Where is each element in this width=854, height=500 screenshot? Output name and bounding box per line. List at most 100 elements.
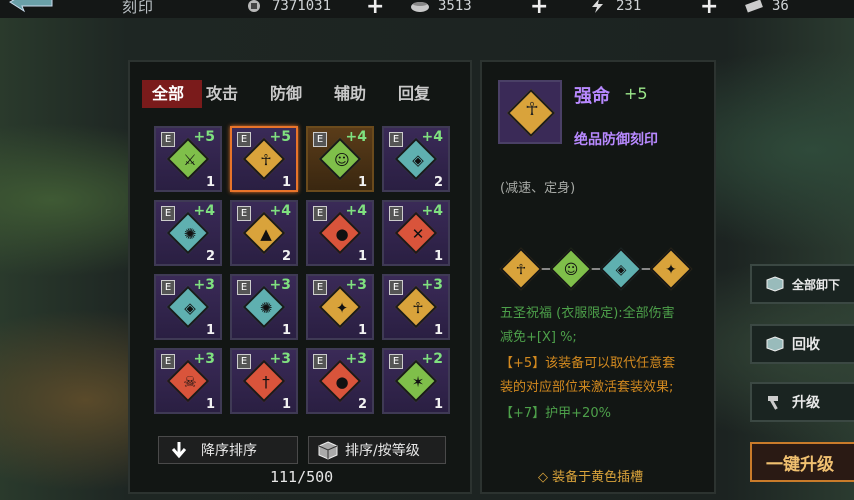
leap-icon: ✶ [411,373,425,391]
seal-level: +5 [269,129,291,145]
equip-marker-icon: E [161,206,175,221]
equip-marker-icon: E [389,206,403,221]
recycle-label: 回收 [792,337,820,353]
crossed-blades-icon: ✕ [411,225,425,243]
seal-desc-top: (减速、定身) [500,181,576,196]
seal-slot[interactable]: E +4 ● 1 [306,200,374,266]
hammer-icon [768,396,778,410]
tab-all[interactable]: 全部 [142,80,202,108]
seal-level: +4 [421,203,443,219]
equip-marker-icon: E [389,280,403,295]
seal-count: 1 [281,323,291,338]
face-icon: ☺ [563,262,579,278]
equip-marker-icon: E [237,280,251,295]
seal-count: 2 [205,249,215,264]
seal-count: 1 [433,323,443,338]
equip-marker-icon: E [161,280,175,295]
claw-icon: ✦ [335,299,349,317]
top-bar: 刻印 7371031 + 3513 + 231 + 36 [0,0,854,19]
unequip-all-button[interactable]: 全部卸下 [750,264,854,304]
tab-recovery[interactable]: 回复 [394,80,458,108]
upgrade-button[interactable]: 升级 [750,382,854,422]
add-food-button[interactable]: + [530,0,548,19]
burst-icon: ✺ [259,299,273,317]
seal-slot[interactable]: E +5 ☥ 1 [230,126,298,192]
seal-count: 1 [281,175,291,190]
seal-count: 1 [357,323,367,338]
seal-level: +2 [421,351,443,367]
set-effect-line-3: 【+5】该装备可以取代任意套 [500,356,676,371]
lightning-icon [592,0,603,13]
dagger-icon: † [262,373,270,391]
seal-slot[interactable]: E +3 ◈ 1 [154,274,222,340]
ticket-value: 36 [772,0,789,14]
seal-slot[interactable]: E +2 ✶ 1 [382,348,450,414]
food-bowl-icon [411,2,429,12]
meditate-icon: ☥ [515,262,527,278]
seal-slot[interactable]: E +4 ✺ 2 [154,200,222,266]
sort-level-button[interactable]: 排序/按等级 [308,436,446,464]
seal-count: 1 [205,175,215,190]
seal-count: 1 [281,397,291,412]
orb-icon: ● [335,373,349,391]
recycle-button[interactable]: 回收 [750,324,854,364]
meditate-icon: ☥ [260,151,272,169]
ticket-resource: 36 [744,0,789,16]
seal-name: 强命 [574,86,610,107]
tab-attack[interactable]: 攻击 [202,80,266,108]
seal-level: +3 [269,351,291,367]
add-coin-button[interactable]: + [366,0,384,19]
seal-slot[interactable]: E +5 ⚔ 1 [154,126,222,192]
seal-level: +5 [193,129,215,145]
seal-slot[interactable]: E +4 ▲ 2 [230,200,298,266]
mask-icon: ◈ [412,151,424,169]
seal-slot[interactable]: E +3 ☠ 1 [154,348,222,414]
seal-slot[interactable]: E +4 ◈ 2 [382,126,450,192]
set-effect-line-2: 减免+[X] %; [500,330,577,345]
add-energy-button[interactable]: + [700,0,718,19]
seal-count: 2 [433,175,443,190]
equip-marker-icon: E [161,354,175,369]
seal-slot[interactable]: E +3 ✦ 1 [306,274,374,340]
seal-slot[interactable]: E +3 † 1 [230,348,298,414]
equip-marker-icon: E [313,354,327,369]
equip-marker-icon: E [237,132,251,147]
burst-icon: ✺ [183,225,197,243]
seal-level: +4 [345,203,367,219]
food-value: 3513 [438,0,472,14]
upgrade-all-button[interactable]: 一键升级 [750,442,854,482]
seal-level: +4 [193,203,215,219]
seal-slot[interactable]: E +4 ✕ 1 [382,200,450,266]
sort-level-label: 排序/按等级 [345,443,420,459]
seal-grid: E +5 ⚔ 1 E +5 ☥ 1 E +4 ☺ 1 E +4 ◈ 2 E +4 ✺ 2 E +4 ▲ 2 E +4 ● 1 E +4 ✕ 1… [154,126,450,414]
equip-marker-icon: E [313,206,327,221]
seal-slot[interactable]: E +4 ☺ 1 [306,126,374,192]
energy-value: 231 [616,0,642,14]
seal-slot[interactable]: E +3 ● 2 [306,348,374,414]
set-icons: ☥ ☺ ◈ ✦ [499,247,700,291]
seal-count: 1 [357,249,367,264]
seal-count: 2 [357,397,367,412]
seal-level: +3 [345,277,367,293]
energy-resource: 231 [588,0,641,16]
set-effect-line-4: 装的对应部位来激活套装效果; [500,380,674,395]
sort-desc-button[interactable]: 降序排序 [158,436,298,464]
back-arrow-icon[interactable] [6,0,56,18]
upgrade-all-label: 一键升级 [766,454,834,475]
page-title: 刻印 [122,0,155,16]
sort-desc-label: 降序排序 [201,443,257,459]
seal-level: +5 [624,84,648,103]
mask-icon: ◈ [184,299,196,317]
down-arrow-icon [171,442,187,459]
equip-marker-icon: E [313,280,327,295]
seal-slot[interactable]: E +3 ✺ 1 [230,274,298,340]
seal-count: 2 [281,249,291,264]
seal-slot[interactable]: E +3 ☥ 1 [382,274,450,340]
demon-icon: ☠ [183,373,197,391]
equip-marker-icon: E [389,132,403,147]
coin-resource: 7371031 [244,0,331,16]
inventory-panel: 全部 攻击 防御 辅助 回复 E +5 ⚔ 1 E +5 ☥ 1 E +4 ☺ 1 E +4 ◈ 2 E +4 ✺ 2… [128,60,472,494]
tab-support[interactable]: 辅助 [330,80,394,108]
set-effect-line-1: 五圣祝福 (衣服限定):全部伤害 [500,306,675,321]
tab-defense[interactable]: 防御 [266,80,330,108]
